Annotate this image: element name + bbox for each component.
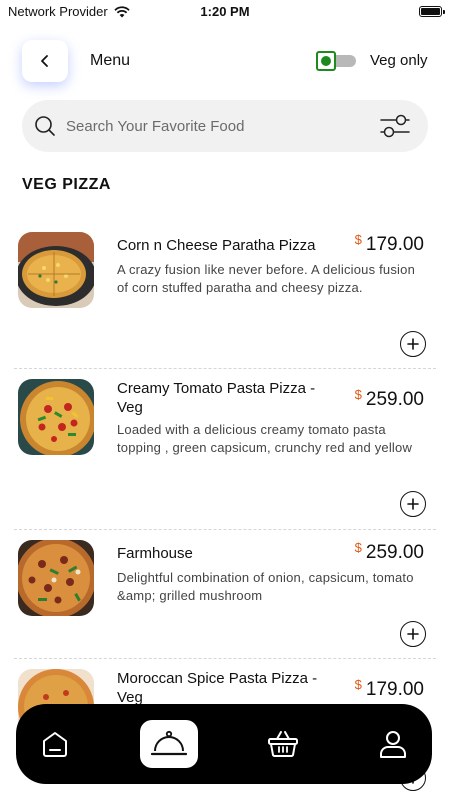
item-price: $259.00: [354, 540, 424, 563]
add-to-cart-button[interactable]: [400, 331, 426, 357]
item-name: Farmhouse: [117, 545, 193, 562]
page-title: Menu: [90, 52, 131, 69]
plus-icon: [407, 628, 419, 640]
item-name: Corn n Cheese Paratha Pizza: [117, 237, 316, 254]
profile-icon: [380, 731, 406, 758]
veg-only-label: Veg only: [370, 52, 428, 69]
item-description: Loaded with a delicious creamy tomato pa…: [117, 422, 413, 455]
status-bar: Network Provider 1:20 PM: [0, 0, 450, 24]
home-icon: [43, 732, 67, 757]
basket-icon: [268, 731, 298, 758]
filter-icon[interactable]: [380, 113, 410, 139]
nav-menu[interactable]: [140, 720, 198, 768]
pizza-image: [18, 379, 94, 455]
bottom-nav: [16, 704, 432, 784]
search-input[interactable]: [66, 100, 366, 152]
list-item[interactable]: Farmhouse $259.00 Delightful combination…: [14, 540, 436, 659]
list-item[interactable]: Corn n Cheese Paratha Pizza $179.00 A cr…: [14, 232, 436, 369]
cloche-icon: [151, 730, 187, 756]
nav-profile[interactable]: [364, 720, 422, 768]
header: Menu Veg only: [0, 40, 450, 82]
status-time: 1:20 PM: [200, 4, 250, 19]
battery-icon: [419, 6, 445, 17]
divider: [14, 658, 436, 659]
item-price: $259.00: [354, 387, 424, 410]
item-name: Moroccan Spice Pasta Pizza - Veg: [117, 670, 318, 706]
veg-indicator-icon: [316, 51, 336, 71]
add-to-cart-button[interactable]: [400, 491, 426, 517]
item-name: Creamy Tomato Pasta Pizza - Veg: [117, 380, 316, 416]
divider: [14, 529, 436, 530]
item-description: Delightful combination of onion, capsicu…: [117, 570, 414, 603]
pizza-image: [18, 540, 94, 616]
chevron-left-icon: [41, 55, 48, 67]
back-button[interactable]: [22, 40, 68, 82]
plus-icon: [407, 338, 419, 350]
pizza-image: [18, 232, 94, 308]
section-title: VEG PIZZA: [22, 176, 111, 193]
item-price: $179.00: [354, 232, 424, 255]
divider: [14, 368, 436, 369]
nav-home[interactable]: [26, 720, 84, 768]
list-item[interactable]: Creamy Tomato Pasta Pizza - Veg $259.00 …: [14, 379, 436, 530]
search-bar: [22, 100, 428, 152]
add-to-cart-button[interactable]: [400, 621, 426, 647]
item-description: A crazy fusion like never before. A deli…: [117, 262, 416, 295]
search-icon: [35, 116, 55, 136]
veg-only-toggle[interactable]: [316, 51, 356, 71]
item-price: $179.00: [354, 677, 424, 700]
plus-icon: [407, 498, 419, 510]
nav-basket[interactable]: [254, 720, 312, 768]
